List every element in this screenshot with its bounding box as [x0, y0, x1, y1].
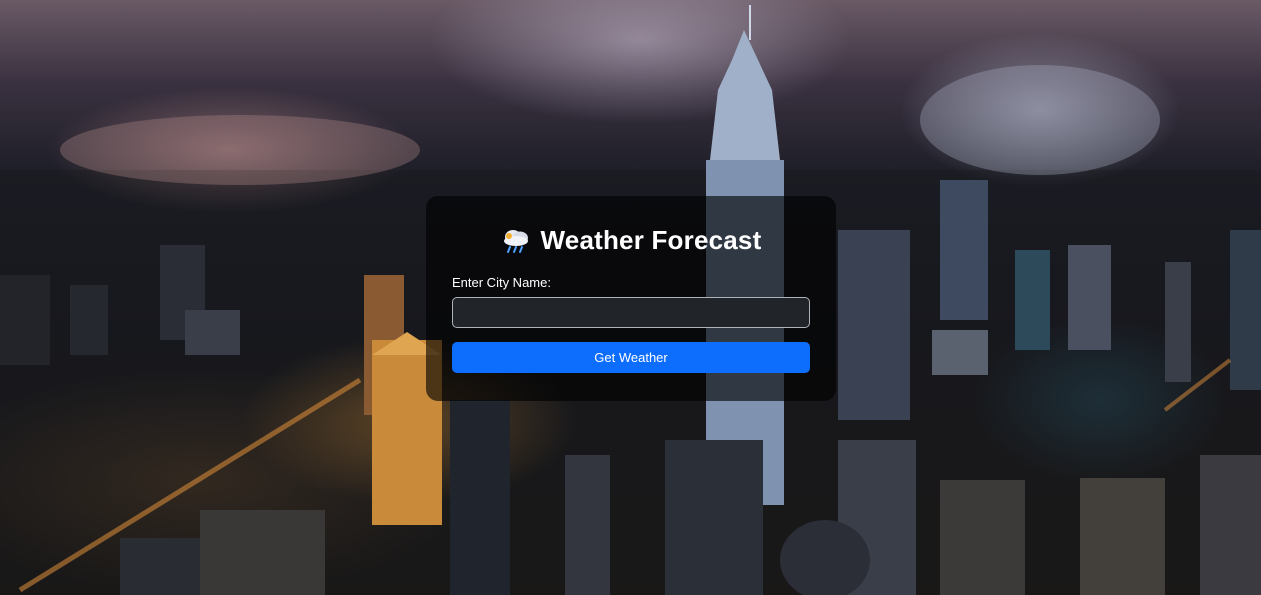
weather-search-card: Weather Forecast Enter City Name: Get We… [426, 196, 836, 401]
city-name-input[interactable] [452, 297, 810, 328]
header: Weather Forecast [452, 222, 810, 258]
cloud-rain-icon [501, 225, 531, 255]
get-weather-button[interactable]: Get Weather [452, 342, 810, 373]
page-title: Weather Forecast [540, 224, 762, 255]
city-name-label: Enter City Name: [452, 275, 551, 290]
